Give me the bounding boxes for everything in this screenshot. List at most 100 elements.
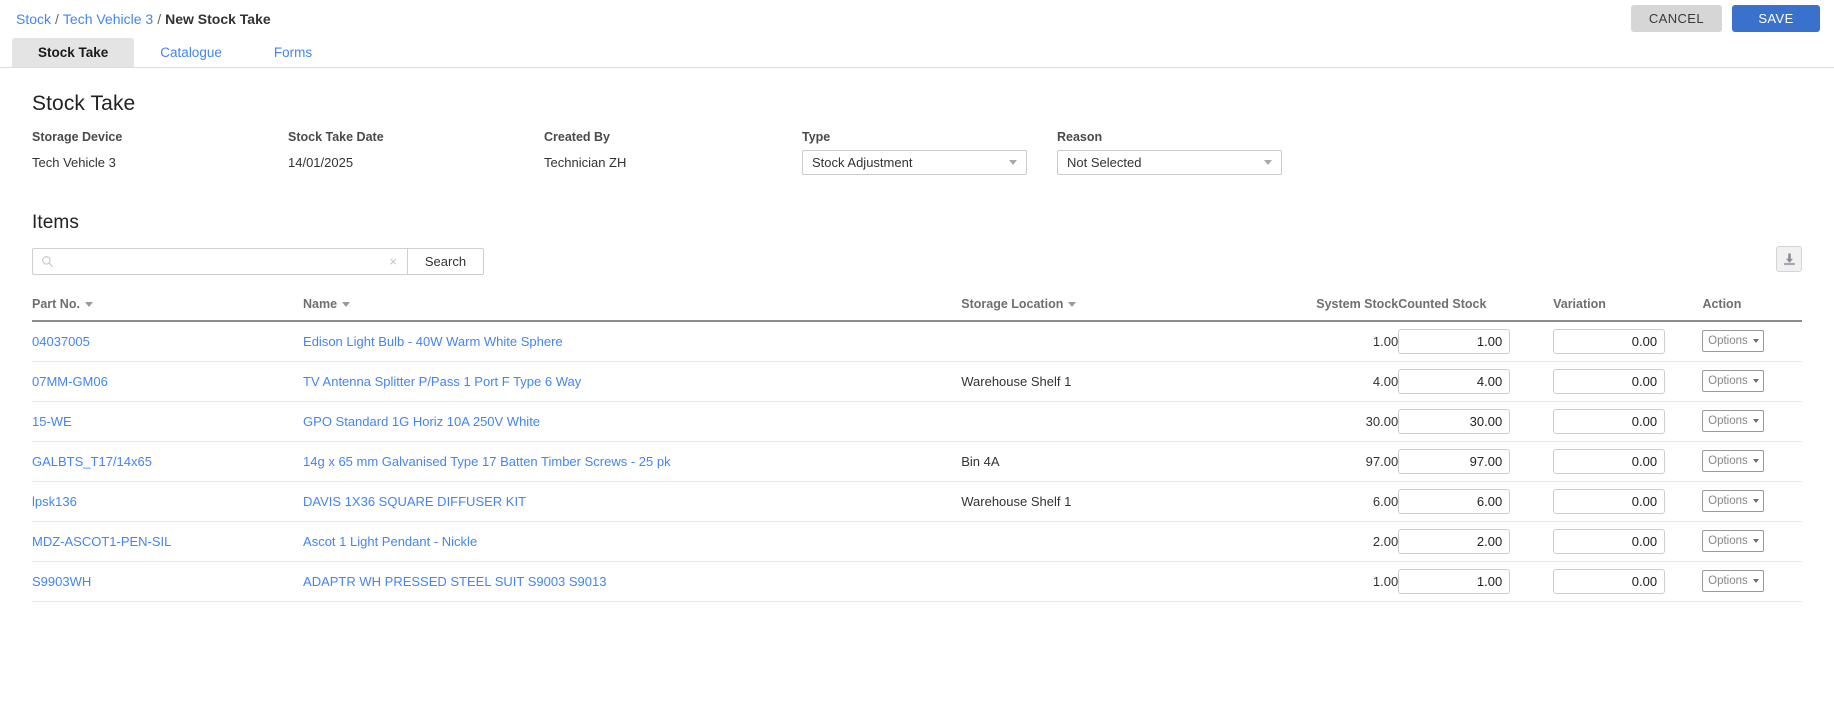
breadcrumb-separator-1: /: [55, 11, 59, 27]
search-button[interactable]: Search: [407, 248, 484, 275]
search-box[interactable]: ×: [32, 248, 407, 275]
options-button-label: Options: [1708, 575, 1748, 587]
item-name-link[interactable]: Ascot 1 Light Pendant - Nickle: [303, 534, 477, 549]
options-button-label: Options: [1708, 495, 1748, 507]
item-name-link[interactable]: ADAPTR WH PRESSED STEEL SUIT S9003 S9013: [303, 574, 606, 589]
variation-input[interactable]: [1553, 408, 1666, 434]
column-header-part-no[interactable]: Part No.: [32, 297, 304, 322]
type-label: Type: [802, 130, 831, 144]
item-name-link[interactable]: DAVIS 1X36 SQUARE DIFFUSER KIT: [303, 494, 526, 509]
chevron-down-icon: [1752, 339, 1759, 344]
cell-counted-stock: [1398, 361, 1554, 402]
part-no-link[interactable]: 15-WE: [32, 414, 72, 429]
save-button[interactable]: SAVE: [1732, 5, 1820, 32]
cell-action: Options: [1702, 361, 1802, 402]
items-section-header: Items: [32, 212, 1802, 234]
counted-stock-input[interactable]: [1398, 408, 1511, 434]
storage-device-label: Storage Device: [32, 130, 123, 144]
cell-storage-location: Bin 4A: [961, 441, 1255, 482]
variation-input[interactable]: [1553, 488, 1666, 514]
stock-take-date-value: 14/01/2025: [288, 155, 354, 170]
top-bar: Stock / Tech Vehicle 3/New Stock Take CANC…: [0, 0, 1834, 38]
search-input[interactable]: [54, 254, 388, 269]
chevron-down-icon: [1068, 302, 1077, 308]
variation-input[interactable]: [1553, 368, 1666, 394]
tab-stock-take[interactable]: Stock Take: [12, 38, 135, 67]
tab-forms[interactable]: Forms: [248, 38, 338, 67]
variation-input[interactable]: [1553, 448, 1666, 474]
cell-system-stock: 97.00: [1254, 441, 1399, 482]
options-button-label: Options: [1708, 535, 1748, 547]
cell-system-stock: 2.00: [1254, 521, 1399, 562]
type-select[interactable]: Stock Adjustment: [802, 150, 1027, 175]
chevron-down-icon: [342, 302, 351, 308]
part-no-link[interactable]: 07MM-GM06: [32, 374, 108, 389]
options-button[interactable]: Options: [1702, 490, 1765, 512]
options-button[interactable]: Options: [1702, 370, 1765, 392]
options-button[interactable]: Options: [1702, 410, 1765, 432]
table-row: MDZ-ASCOT1-PEN-SIL Ascot 1 Light Pendant …: [32, 521, 1802, 562]
chevron-down-icon: [84, 302, 93, 308]
counted-stock-input[interactable]: [1398, 328, 1511, 354]
items-table: Part No. Name Storage Location System St…: [32, 297, 1802, 602]
type-select-value: Stock Adjustment: [812, 155, 913, 170]
cell-counted-stock: [1398, 481, 1554, 522]
variation-input[interactable]: [1553, 328, 1666, 354]
column-header-storage-location[interactable]: Storage Location: [961, 297, 1255, 322]
items-table-header: Part No. Name Storage Location System St…: [32, 297, 1802, 322]
cell-part-no: GALBTS_T17/14x65: [32, 441, 304, 482]
counted-stock-input[interactable]: [1398, 568, 1511, 594]
cell-system-stock: 1.00: [1254, 561, 1399, 602]
cell-storage-location: [961, 521, 1255, 562]
table-row: 15-WE GPO Standard 1G Horiz 10A 250V Whit…: [32, 401, 1802, 442]
options-button[interactable]: Options: [1702, 330, 1765, 353]
cell-name: ADAPTR WH PRESSED STEEL SUIT S9003 S9013: [303, 561, 962, 602]
variation-input[interactable]: [1553, 568, 1666, 594]
cell-action: Options: [1702, 441, 1802, 482]
options-button[interactable]: Options: [1702, 530, 1765, 552]
reason-select[interactable]: Not Selected: [1057, 150, 1282, 175]
options-button-label: Options: [1708, 375, 1748, 387]
cell-variation: [1553, 441, 1703, 482]
cell-storage-location: [961, 401, 1255, 442]
tab-catalogue[interactable]: Catalogue: [134, 38, 248, 67]
cell-part-no: MDZ-ASCOT1-PEN-SIL: [32, 521, 304, 562]
counted-stock-input[interactable]: [1398, 528, 1511, 554]
cell-counted-stock: [1398, 401, 1554, 442]
counted-stock-input[interactable]: [1398, 368, 1511, 394]
breadcrumb-link-tech-vehicle-3[interactable]: Tech Vehicle 3: [63, 11, 153, 27]
items-table-body: 04037005 Edison Light Bulb - 40W Warm Whi…: [32, 321, 1802, 602]
item-name-link[interactable]: TV Antenna Splitter P/Pass 1 Port F Type…: [303, 374, 581, 389]
part-no-link[interactable]: MDZ-ASCOT1-PEN-SIL: [32, 534, 171, 549]
export-button[interactable]: [1776, 246, 1802, 272]
cell-name: 14g x 65 mm Galvanised Type 17 Batten Ti…: [303, 441, 962, 482]
table-row: S9903WH ADAPTR WH PRESSED STEEL SUIT S900…: [32, 561, 1802, 602]
item-name-link[interactable]: Edison Light Bulb - 40W Warm White Spher…: [303, 334, 563, 349]
chevron-down-icon: [1264, 160, 1272, 165]
cell-storage-location: Warehouse Shelf 1: [961, 361, 1255, 402]
options-button[interactable]: Options: [1702, 570, 1765, 592]
cell-system-stock: 6.00: [1254, 481, 1399, 522]
item-name-link[interactable]: 14g x 65 mm Galvanised Type 17 Batten Ti…: [303, 454, 671, 469]
cell-variation: [1553, 321, 1703, 362]
stock-take-details: Storage Device Tech Vehicle 3 Stock Take…: [32, 130, 1802, 192]
part-no-link[interactable]: 04037005: [32, 334, 90, 349]
column-header-name[interactable]: Name: [303, 297, 962, 322]
part-no-link[interactable]: lpsk136: [32, 494, 77, 509]
cell-variation: [1553, 481, 1703, 522]
part-no-link[interactable]: GALBTS_T17/14x65: [32, 454, 152, 469]
variation-input[interactable]: [1553, 528, 1666, 554]
cancel-button[interactable]: CANCEL: [1630, 5, 1722, 32]
options-button[interactable]: Options: [1702, 450, 1765, 472]
column-header-part-no-label: Part No.: [32, 297, 80, 311]
items-title: Items: [32, 212, 79, 233]
counted-stock-input[interactable]: [1398, 488, 1511, 514]
item-name-link[interactable]: GPO Standard 1G Horiz 10A 250V White: [303, 414, 540, 429]
part-no-link[interactable]: S9903WH: [32, 574, 91, 589]
cell-variation: [1553, 361, 1703, 402]
close-icon[interactable]: ×: [387, 255, 399, 268]
counted-stock-input[interactable]: [1398, 448, 1511, 474]
breadcrumb-link-stock[interactable]: Stock: [16, 11, 51, 27]
table-row: GALBTS_T17/14x65 14g x 65 mm Galvanised T…: [32, 441, 1802, 482]
reason-select-value: Not Selected: [1067, 155, 1142, 170]
